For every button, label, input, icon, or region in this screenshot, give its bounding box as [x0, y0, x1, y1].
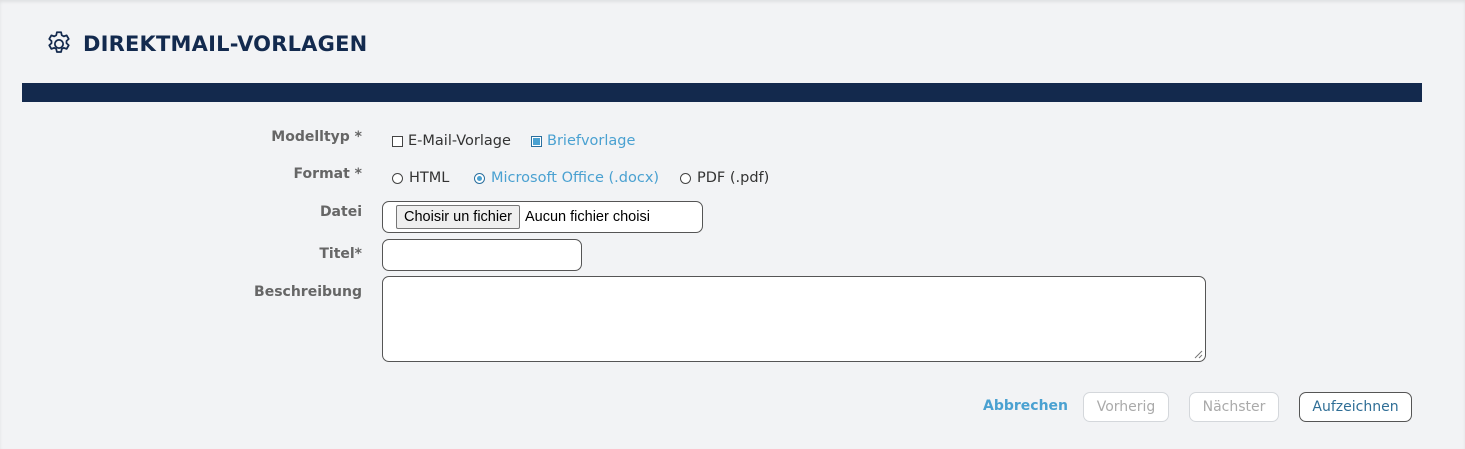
- radio-docx[interactable]: Microsoft Office (.docx): [474, 170, 659, 186]
- header-band: [22, 83, 1422, 102]
- radio-button[interactable]: [474, 172, 485, 184]
- next-button[interactable]: Nächster: [1189, 392, 1279, 422]
- resize-grip-icon[interactable]: [1194, 350, 1203, 359]
- titel-input[interactable]: [382, 239, 582, 271]
- checkbox-box[interactable]: [392, 135, 403, 147]
- radio-button[interactable]: [680, 172, 691, 184]
- radio-html[interactable]: HTML: [392, 170, 449, 186]
- radio-button[interactable]: [392, 172, 403, 184]
- modelltyp-label: Modelltyp *: [271, 129, 362, 145]
- checkbox-briefvorlage[interactable]: Briefvorlage: [531, 133, 635, 149]
- radio-pdf[interactable]: PDF (.pdf): [680, 170, 769, 186]
- page-header: DIREKTMAIL-VORLAGEN: [44, 28, 367, 60]
- previous-button[interactable]: Vorherig: [1083, 392, 1169, 422]
- checkbox-e-mail-vorlage[interactable]: E-Mail-Vorlage: [392, 133, 511, 149]
- beschreibung-textarea[interactable]: [382, 276, 1206, 362]
- file-status: Aucun fichier choisi: [525, 209, 650, 225]
- cancel-button[interactable]: Abbrechen: [983, 398, 1068, 414]
- format-label: Format *: [293, 166, 362, 182]
- file-input[interactable]: Choisir un fichier Aucun fichier choisi: [382, 201, 703, 233]
- radio-label: HTML: [409, 170, 450, 186]
- checkbox-label: E-Mail-Vorlage: [408, 133, 511, 149]
- gear-icon: [44, 29, 74, 59]
- save-button[interactable]: Aufzeichnen: [1299, 392, 1412, 422]
- choose-file-button[interactable]: Choisir un fichier: [396, 205, 520, 229]
- radio-label: PDF (.pdf): [697, 170, 770, 186]
- beschreibung-label: Beschreibung: [254, 284, 362, 300]
- checkbox-box[interactable]: [531, 135, 542, 147]
- checkbox-label: Briefvorlage: [547, 133, 636, 149]
- titel-label: Titel*: [319, 246, 362, 262]
- datei-label: Datei: [319, 204, 362, 220]
- radio-label: Microsoft Office (.docx): [491, 170, 660, 186]
- page-title: DIREKTMAIL-VORLAGEN: [83, 32, 368, 56]
